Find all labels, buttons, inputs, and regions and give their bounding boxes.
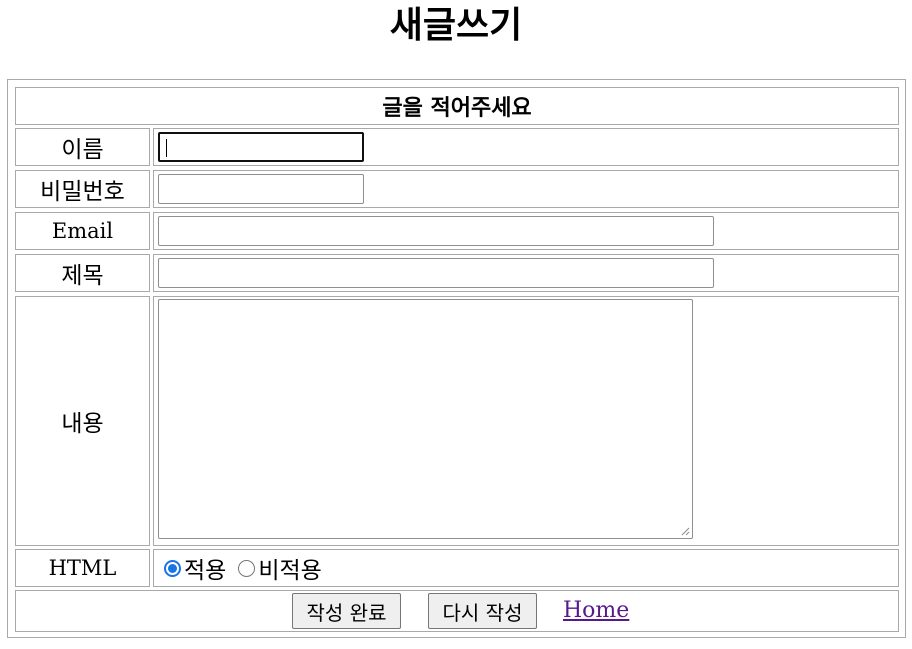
content-textarea[interactable]: [158, 299, 693, 539]
content-label: 내용: [15, 296, 150, 546]
subject-label: 제목: [15, 254, 150, 292]
password-label: 비밀번호: [15, 170, 150, 208]
text-caret: [166, 139, 167, 157]
html-option-cell: 적용 비적용: [153, 549, 899, 587]
html-not-apply-radio[interactable]: [238, 559, 256, 577]
email-input[interactable]: [158, 216, 714, 246]
resize-grip-icon[interactable]: [680, 526, 690, 536]
email-label: Email: [15, 212, 150, 250]
page-title: 새글쓰기: [389, 5, 523, 46]
subject-input[interactable]: [158, 258, 714, 288]
html-apply-label[interactable]: 적용: [184, 551, 226, 585]
name-cell: [153, 128, 899, 166]
write-form-table: 글을 적어주세요 이름 비밀번호 Email 제목 내용 HTML 적용 비적용…: [7, 79, 906, 638]
content-cell: [153, 296, 899, 546]
home-link[interactable]: Home: [563, 593, 629, 629]
password-input[interactable]: [158, 174, 364, 204]
password-cell: [153, 170, 899, 208]
form-header: 글을 적어주세요: [15, 87, 899, 125]
html-not-apply-label[interactable]: 비적용: [258, 551, 321, 585]
reset-button[interactable]: 다시 작성: [428, 593, 537, 629]
subject-cell: [153, 254, 899, 292]
html-label: HTML: [15, 549, 150, 587]
html-radio-group: 적용 비적용: [160, 550, 330, 586]
html-apply-radio[interactable]: [164, 559, 181, 577]
submit-button[interactable]: 작성 완료: [292, 593, 401, 629]
name-input[interactable]: [158, 132, 364, 162]
name-label: 이름: [15, 128, 150, 166]
form-actions-cell: 작성 완료 다시 작성 Home: [15, 590, 899, 632]
email-cell: [153, 212, 899, 250]
